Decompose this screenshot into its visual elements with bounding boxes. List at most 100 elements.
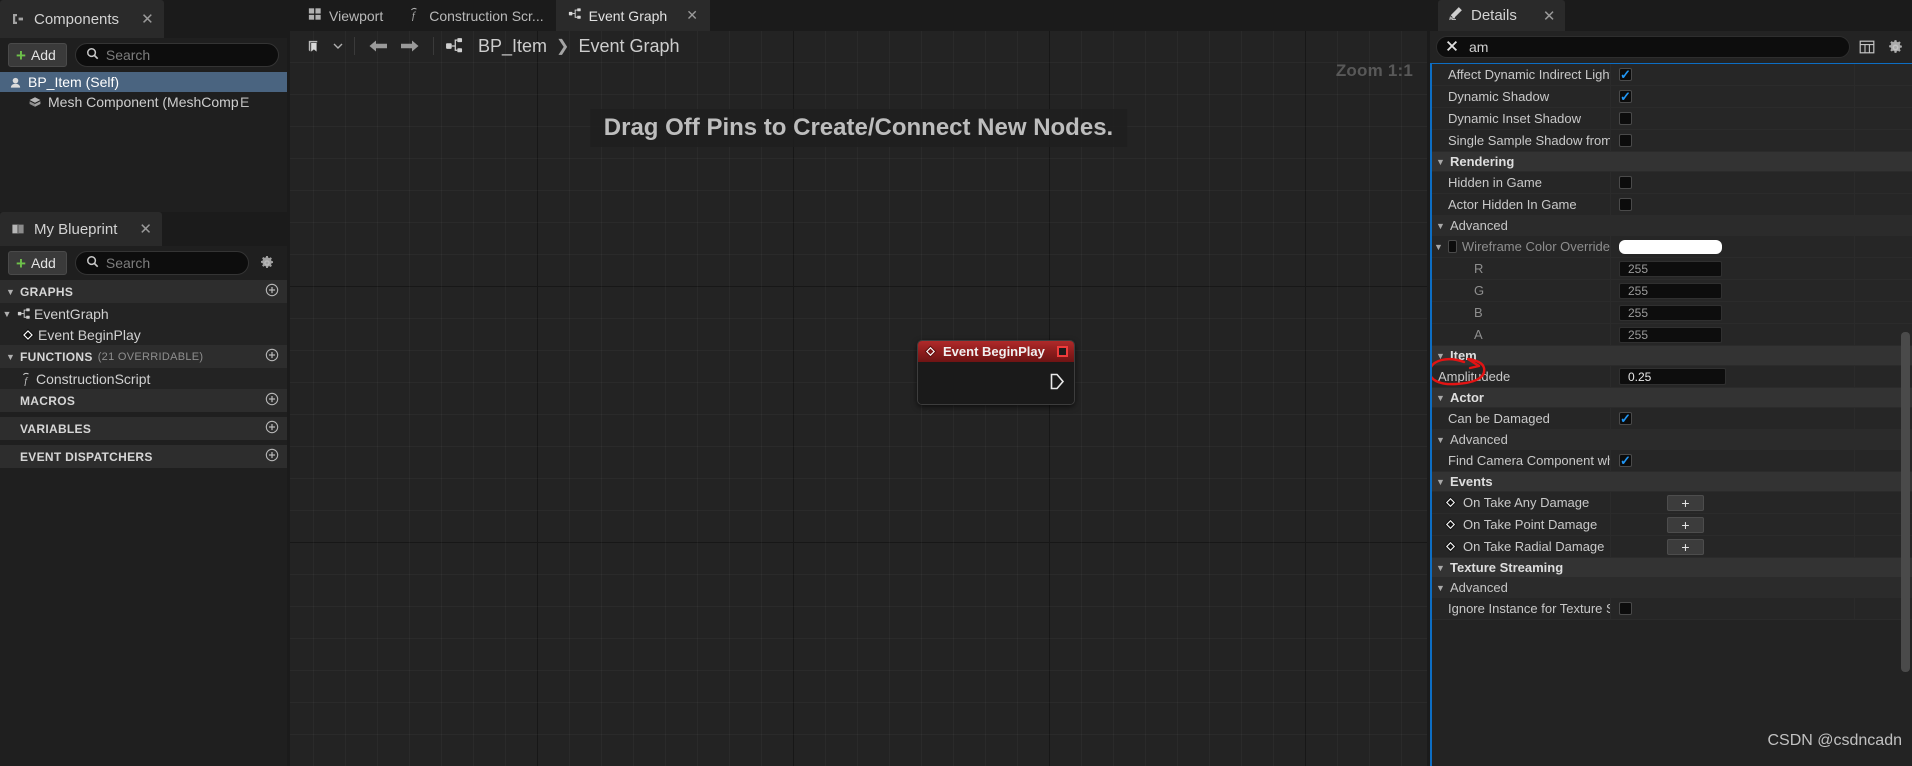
tree-item-eventgraph[interactable]: ▼ EventGraph: [0, 303, 287, 324]
section-variables[interactable]: ▼ VARIABLES: [0, 417, 287, 440]
property-value[interactable]: 255: [1610, 280, 1854, 301]
navigate-back-button[interactable]: [363, 33, 393, 59]
add-event-dispatcher-button[interactable]: [265, 448, 279, 465]
property-value[interactable]: 255: [1610, 258, 1854, 279]
tab-details[interactable]: Details ✕: [1438, 0, 1566, 31]
property-value[interactable]: +: [1610, 536, 1854, 557]
property-row[interactable]: Affect Dynamic Indirect Lighti...: [1430, 64, 1912, 86]
navigate-forward-button[interactable]: [395, 33, 425, 59]
category-header-actor[interactable]: ▼ Actor: [1430, 388, 1912, 408]
close-icon[interactable]: ✕: [139, 220, 152, 238]
node-event-beginplay[interactable]: Event BeginPlay: [917, 340, 1075, 405]
checkbox[interactable]: [1619, 412, 1632, 425]
close-icon[interactable]: ✕: [686, 7, 698, 24]
myblueprint-search-input[interactable]: Search: [74, 251, 249, 275]
tab-event-graph[interactable]: Event Graph ✕: [555, 0, 710, 31]
number-input-r[interactable]: 255: [1619, 260, 1722, 277]
breadcrumb-leaf[interactable]: Event Graph: [578, 36, 679, 57]
component-row-bp-item[interactable]: BP_Item (Self): [0, 72, 287, 92]
number-input-g[interactable]: 255: [1619, 282, 1722, 299]
number-input-a[interactable]: 255: [1619, 326, 1722, 343]
property-value[interactable]: 255: [1610, 302, 1854, 323]
checkbox[interactable]: [1619, 112, 1632, 125]
checkbox[interactable]: [1619, 134, 1632, 147]
chevron-down-icon[interactable]: ▼: [1434, 242, 1443, 252]
property-value[interactable]: [1610, 108, 1854, 129]
number-input-amplitudede[interactable]: 0.25: [1619, 368, 1726, 385]
graph-canvas[interactable]: BP_Item ❯ Event Graph Zoom 1:1 Drag Off …: [290, 31, 1427, 766]
property-row[interactable]: A 255: [1430, 324, 1912, 346]
property-row[interactable]: Hidden in Game: [1430, 172, 1912, 194]
property-value[interactable]: [1610, 86, 1854, 107]
property-row[interactable]: B 255: [1430, 302, 1912, 324]
category-header-advanced-actor[interactable]: ▼ Advanced: [1430, 430, 1912, 450]
property-row-wireframe-color-override[interactable]: ▼ Wireframe Color Override: [1430, 236, 1912, 258]
property-row[interactable]: Single Sample Shadow from S...: [1430, 130, 1912, 152]
grid-columns-button[interactable]: [1856, 36, 1878, 58]
section-event-dispatchers[interactable]: ▼ EVENT DISPATCHERS: [0, 445, 287, 468]
section-graphs[interactable]: ▼ GRAPHS: [0, 280, 287, 303]
red-square-icon[interactable]: [1057, 346, 1068, 357]
components-search-input[interactable]: Search: [74, 43, 279, 67]
property-value[interactable]: [1610, 130, 1854, 151]
property-row[interactable]: G 255: [1430, 280, 1912, 302]
property-value[interactable]: 0.25: [1610, 366, 1854, 387]
components-add-button[interactable]: + Add: [8, 43, 67, 67]
close-icon[interactable]: ✕: [141, 10, 154, 28]
category-header-texture-streaming[interactable]: ▼ Texture Streaming: [1430, 558, 1912, 578]
add-macro-button[interactable]: [265, 392, 279, 409]
checkbox[interactable]: [1447, 240, 1457, 253]
property-value[interactable]: [1610, 598, 1854, 619]
node-header[interactable]: Event BeginPlay: [918, 341, 1074, 362]
details-search-input[interactable]: am: [1436, 36, 1850, 58]
tree-item-constructionscript[interactable]: f ConstructionScript: [0, 368, 287, 389]
property-value[interactable]: [1610, 450, 1854, 471]
property-value[interactable]: [1610, 64, 1854, 85]
category-header-events[interactable]: ▼ Events: [1430, 472, 1912, 492]
category-header-item[interactable]: ▼ Item: [1430, 346, 1912, 366]
property-row-amplitudede[interactable]: Amplitudede 0.25: [1430, 357, 1912, 388]
close-icon[interactable]: ✕: [1543, 7, 1556, 25]
property-row[interactable]: Dynamic Shadow: [1430, 86, 1912, 108]
exec-pin-icon[interactable]: [1050, 373, 1065, 395]
category-header-advanced-texture[interactable]: ▼ Advanced: [1430, 578, 1912, 598]
category-header-advanced-rendering[interactable]: ▼ Advanced: [1430, 216, 1912, 236]
checkbox[interactable]: [1619, 90, 1632, 103]
myblueprint-settings-button[interactable]: [257, 253, 277, 273]
tree-item-event-beginplay[interactable]: Event BeginPlay: [0, 324, 287, 345]
myblueprint-add-button[interactable]: + Add: [8, 251, 67, 275]
color-swatch[interactable]: [1619, 239, 1722, 254]
section-functions[interactable]: ▼ FUNCTIONS (21 OVERRIDABLE): [0, 345, 287, 368]
add-event-button[interactable]: +: [1667, 494, 1704, 511]
number-input-b[interactable]: 255: [1619, 304, 1722, 321]
add-graph-button[interactable]: [265, 283, 279, 300]
checkbox[interactable]: [1619, 68, 1632, 81]
property-value[interactable]: [1610, 236, 1854, 257]
tab-viewport[interactable]: Viewport: [296, 0, 395, 31]
property-row[interactable]: Actor Hidden In Game: [1430, 194, 1912, 216]
checkbox[interactable]: [1619, 602, 1632, 615]
tab-my-blueprint[interactable]: My Blueprint ✕: [0, 212, 162, 246]
tab-construction-script[interactable]: f Construction Scr...: [395, 0, 555, 31]
checkbox[interactable]: [1619, 454, 1632, 467]
details-settings-button[interactable]: [1884, 36, 1906, 58]
property-value[interactable]: [1610, 408, 1854, 429]
add-event-button[interactable]: +: [1667, 538, 1704, 555]
details-scrollbar[interactable]: [1901, 332, 1910, 672]
x-icon[interactable]: [1445, 39, 1459, 56]
property-row[interactable]: Dynamic Inset Shadow: [1430, 108, 1912, 130]
tab-components[interactable]: Components ✕: [0, 0, 164, 38]
property-row[interactable]: Can be Damaged: [1430, 408, 1912, 430]
details-property-list[interactable]: Affect Dynamic Indirect Lighti... Dynami…: [1430, 63, 1912, 766]
add-function-button[interactable]: [265, 348, 279, 365]
property-row-on-take-radial-damage[interactable]: On Take Radial Damage +: [1430, 536, 1912, 558]
property-value[interactable]: 255: [1610, 324, 1854, 345]
bookmark-button[interactable]: [298, 33, 328, 59]
checkbox[interactable]: [1619, 176, 1632, 189]
bookmark-dropdown-button[interactable]: [330, 33, 346, 59]
add-event-button[interactable]: +: [1667, 516, 1704, 533]
property-row[interactable]: Find Camera Component when...: [1430, 450, 1912, 472]
property-row[interactable]: R 255: [1430, 258, 1912, 280]
breadcrumb-root[interactable]: BP_Item: [478, 36, 547, 57]
property-row-on-take-any-damage[interactable]: On Take Any Damage +: [1430, 492, 1912, 514]
